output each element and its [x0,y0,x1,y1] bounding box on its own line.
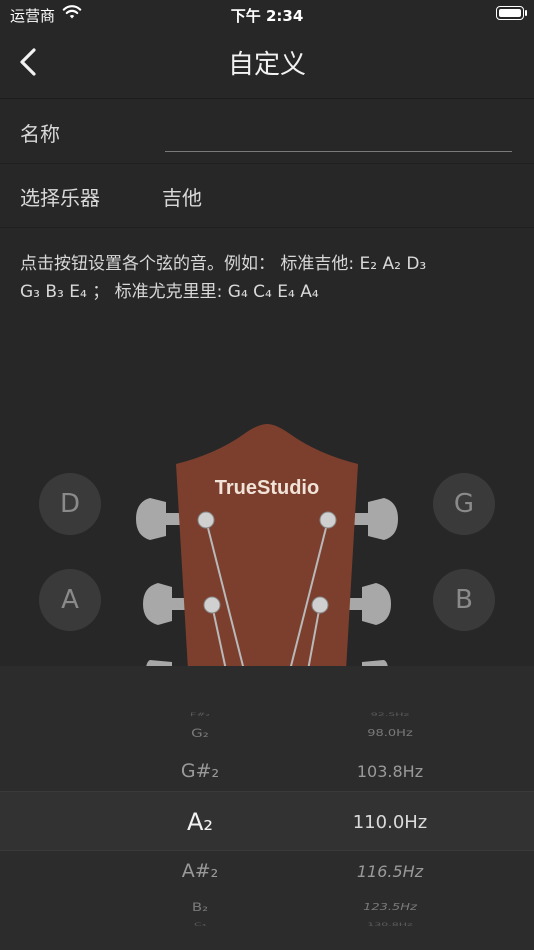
battery-tip [525,10,527,16]
picker-freq-item: 92.5Hz [370,711,410,718]
picker-freq-selected: 110.0Hz [352,812,428,833]
name-row: 名称 [0,101,534,164]
instrument-value[interactable]: 吉他 [162,182,202,211]
navigation-bar: 自定义 [0,30,534,99]
instructions-text: 点击按钮设置各个弦的音。例如： 标准吉他: E₂ A₂ D₃ G₃ B₃ E₄ … [20,250,520,306]
instrument-row[interactable]: 选择乐器 吉他 [0,165,534,228]
picker-freq-item: 98.0Hz [367,727,413,740]
note-button-right-top[interactable]: G [433,473,495,535]
picker-note-item[interactable]: G₂ [140,726,260,740]
picker-freq-item: 103.8Hz [356,762,424,781]
instructions-line-2: G₃ B₃ E₄ ； 标准尤克里里: G₄ C₄ E₄ A₄ [20,282,319,302]
note-picker[interactable]: F#₂ 92.5Hz G₂ 98.0Hz G#₂ 103.8Hz A₂ 110.… [0,666,534,950]
note-button-right-mid[interactable]: B [433,569,495,631]
picker-note-item[interactable]: G#₂ [140,760,260,782]
picker-note-item[interactable]: A#₂ [140,860,260,882]
name-label: 名称 [20,122,60,146]
picker-note-item[interactable]: C₃ [140,922,260,927]
page-title: 自定义 [227,50,306,80]
tuning-peg-left-mid [143,583,190,625]
picker-note-item[interactable]: B₂ [140,900,260,914]
status-bar: 运营商 下午 2:34 [0,0,534,30]
picker-freq-item: 116.5Hz [356,862,424,881]
guitar-headstock-area: TrueStudio D A G B [0,420,534,670]
picker-freq-item: 123.5Hz [363,901,417,914]
note-button-left-top[interactable]: D [39,473,101,535]
status-time: 下午 2:34 [230,7,304,25]
note-button-left-mid[interactable]: A [39,569,101,631]
headstock-body [176,424,358,670]
instructions-line-1: 点击按钮设置各个弦的音。例如： 标准吉他: E₂ A₂ D₃ [20,254,427,274]
tuning-peg-right-mid [344,583,391,625]
brand-logo: TrueStudio [215,477,319,499]
guitar-headstock-illustration: TrueStudio [136,424,398,670]
name-input[interactable] [165,111,512,152]
picker-note-selected[interactable]: A₂ [140,808,260,836]
instrument-label: 选择乐器 [20,186,100,210]
picker-note-item[interactable]: F#₂ [140,712,260,717]
picker-freq-item: 130.8Hz [367,921,413,928]
battery-icon [496,6,524,20]
